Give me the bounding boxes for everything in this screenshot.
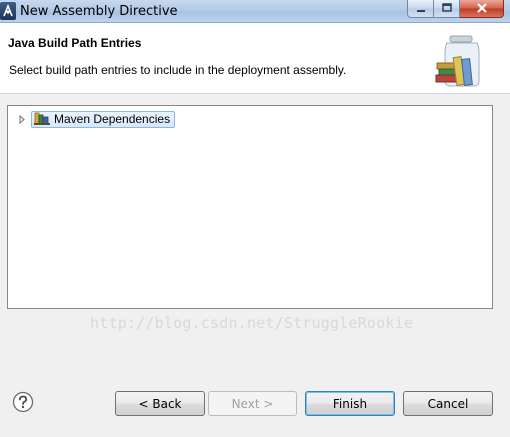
- window-title: New Assembly Directive: [20, 4, 178, 19]
- tree-item-label: Maven Dependencies: [54, 112, 171, 126]
- page-title: Java Build Path Entries: [8, 36, 142, 50]
- tree-item-maven-dependencies[interactable]: Maven Dependencies: [31, 110, 176, 128]
- help-icon[interactable]: [12, 391, 34, 413]
- next-button[interactable]: Next >: [208, 391, 297, 416]
- minimize-icon: [416, 2, 426, 16]
- wizard-header: Java Build Path Entries Select build pat…: [0, 23, 510, 94]
- minimize-button[interactable]: [407, 0, 434, 18]
- library-jar-icon: [433, 33, 485, 89]
- cancel-button[interactable]: Cancel: [403, 391, 493, 416]
- close-button[interactable]: [460, 0, 504, 18]
- back-button[interactable]: < Back: [115, 391, 205, 416]
- close-icon: [476, 2, 488, 16]
- build-path-entries-tree[interactable]: Maven Dependencies: [7, 105, 493, 309]
- maximize-button[interactable]: [434, 0, 460, 18]
- watermark: http://blog.csdn.net/StruggleRookie: [90, 314, 414, 332]
- maximize-icon: [441, 2, 452, 16]
- tree-row[interactable]: Maven Dependencies: [17, 110, 176, 128]
- library-icon: [34, 111, 50, 128]
- title-bar[interactable]: New Assembly Directive: [0, 0, 510, 23]
- app-icon: [0, 2, 16, 20]
- finish-button[interactable]: Finish: [305, 391, 395, 416]
- expand-arrow-icon[interactable]: [17, 110, 27, 128]
- page-description: Select build path entries to include in …: [9, 63, 347, 77]
- dialog-body: Maven Dependencies http://blog.csdn.net/…: [0, 94, 510, 437]
